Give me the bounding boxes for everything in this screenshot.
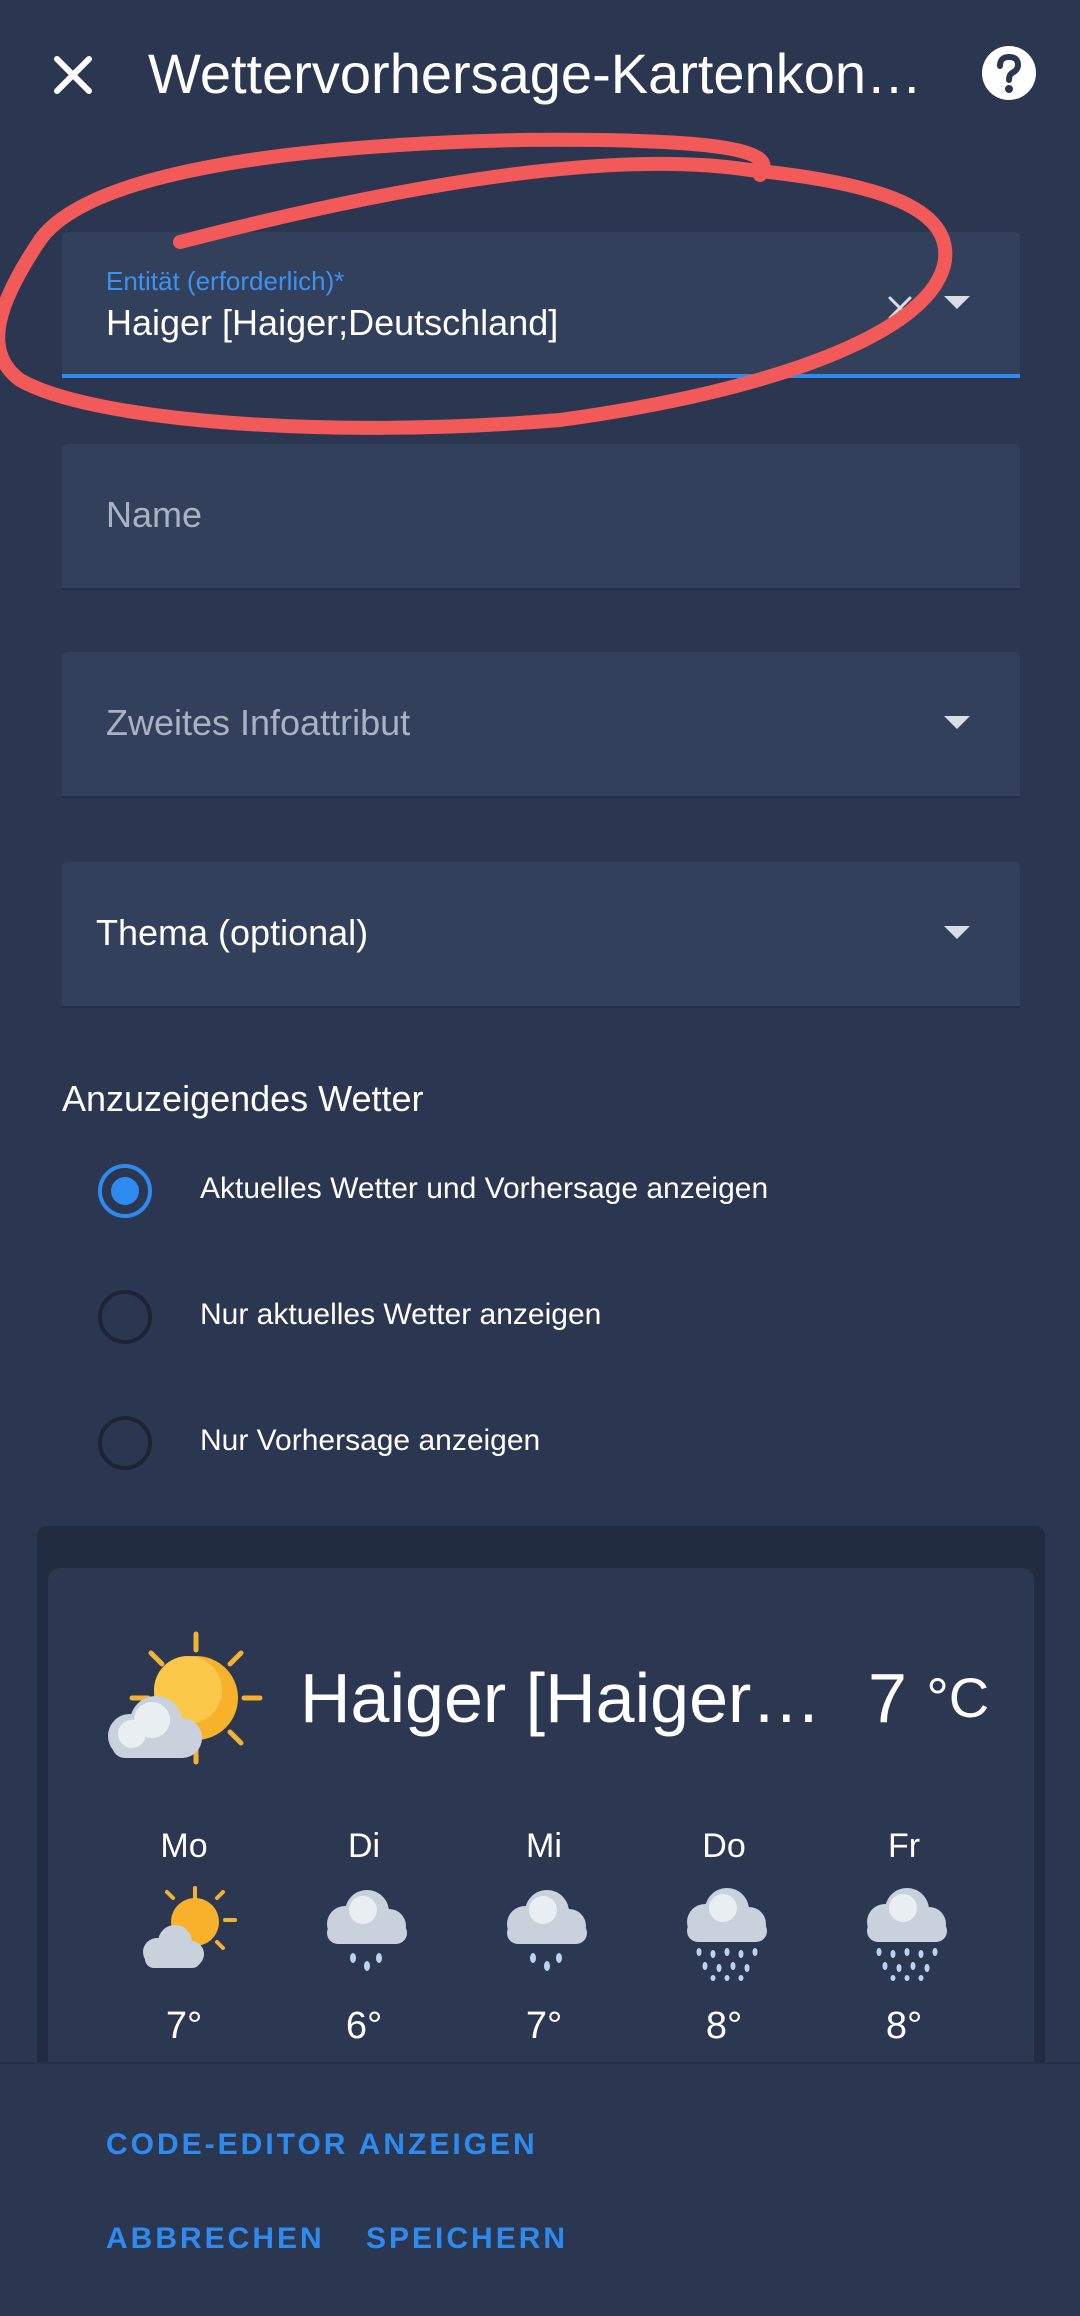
theme-select[interactable]: Thema (optional) xyxy=(62,862,1020,1008)
secondary-info-placeholder: Zweites Infoattribut xyxy=(106,702,411,743)
entity-field-value: Haiger [Haiger;Deutschland] xyxy=(106,302,559,343)
help-button[interactable] xyxy=(980,44,1038,102)
clear-icon[interactable] xyxy=(884,292,916,324)
rain-cloud-icon xyxy=(507,1890,587,1971)
forecast-day-name: Do xyxy=(702,1827,746,1865)
cancel-button[interactable]: ABBRECHEN xyxy=(106,2222,325,2256)
forecast-day-name: Di xyxy=(347,1827,381,1865)
forecast-day-temp: 8° xyxy=(885,2005,923,2047)
name-field-placeholder: Name xyxy=(106,494,203,535)
forecast-day-name: Mo xyxy=(160,1827,208,1865)
partly-cloudy-icon xyxy=(108,1631,263,1765)
forecast-day: Fr 8° xyxy=(814,1826,994,2066)
forecast-day-name: Mi xyxy=(526,1827,562,1865)
chevron-down-icon xyxy=(944,926,970,939)
card-temperature: 7 °C xyxy=(868,1658,989,1738)
save-button[interactable]: SPEICHERN xyxy=(366,2222,568,2256)
forecast-day-temp: 8° xyxy=(705,2005,743,2047)
close-button[interactable] xyxy=(38,40,108,110)
forecast-day: Mi 7° xyxy=(454,1826,634,2066)
name-field[interactable]: Name xyxy=(62,444,1020,590)
forecast-day-temp: 7° xyxy=(165,2005,203,2047)
radio-button[interactable] xyxy=(98,1290,152,1344)
temperature-value: 7 xyxy=(868,1659,907,1737)
chevron-down-icon[interactable] xyxy=(944,296,970,309)
dialog-title: Wettervorhersage-Kartenkon… xyxy=(148,42,922,105)
forecast-day: Do 8° xyxy=(634,1826,814,2066)
code-editor-button[interactable]: CODE-EDITOR ANZEIGEN xyxy=(106,2128,538,2162)
weather-display-title: Anzuzeigendes Wetter xyxy=(62,1078,424,1119)
entity-field-label: Entität (erforderlich)* xyxy=(106,266,345,296)
theme-select-value: Thema (optional) xyxy=(96,912,369,953)
radio-label: Nur Vorhersage anzeigen xyxy=(200,1424,541,1457)
forecast-day: Mo 7° xyxy=(94,1826,274,2066)
dialog: Wettervorhersage-Kartenkon… Entität (erf… xyxy=(0,0,1080,2316)
radio-label: Nur aktuelles Wetter anzeigen xyxy=(200,1298,602,1331)
radio-button[interactable] xyxy=(98,1416,152,1470)
card-location-name: Haiger [Haiger… xyxy=(300,1659,822,1737)
secondary-info-select[interactable]: Zweites Infoattribut xyxy=(62,652,1020,798)
radio-show-forecast[interactable]: Nur Vorhersage anzeigen xyxy=(98,1408,998,1478)
heavy-rain-cloud-icon xyxy=(687,1888,767,1981)
close-icon xyxy=(54,56,92,94)
radio-show-both[interactable]: Aktuelles Wetter und Vorhersage anzeigen xyxy=(98,1156,998,1226)
radio-label: Aktuelles Wetter und Vorhersage anzeigen xyxy=(200,1172,769,1205)
dialog-footer: CODE-EDITOR ANZEIGEN ABBRECHEN SPEICHERN xyxy=(0,2062,1080,2316)
forecast-day-temp: 6° xyxy=(345,2005,383,2047)
rain-cloud-icon xyxy=(327,1890,407,1971)
radio-button[interactable] xyxy=(98,1164,152,1218)
temperature-unit: °C xyxy=(926,1666,990,1729)
forecast-day-name: Fr xyxy=(887,1827,921,1865)
heavy-rain-cloud-icon xyxy=(867,1888,947,1981)
partly-cloudy-icon xyxy=(143,1886,237,1968)
dialog-header: Wettervorhersage-Kartenkon… xyxy=(0,0,1080,150)
forecast-day-temp: 7° xyxy=(525,2005,563,2047)
entity-field[interactable]: Entität (erforderlich)* Haiger [Haiger;D… xyxy=(62,232,1020,378)
chevron-down-icon xyxy=(944,716,970,729)
help-icon xyxy=(982,46,1036,100)
radio-show-current[interactable]: Nur aktuelles Wetter anzeigen xyxy=(98,1282,998,1352)
forecast-day: Di 6° xyxy=(274,1826,454,2066)
